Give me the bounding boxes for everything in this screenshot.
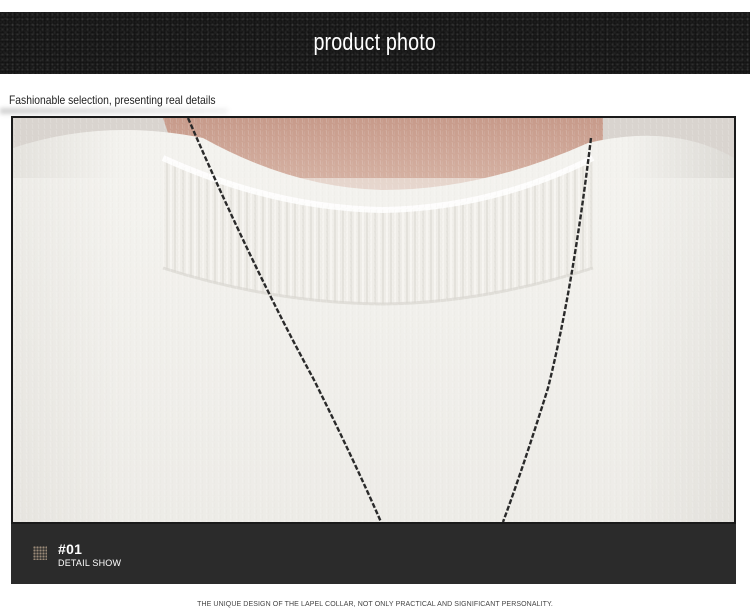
sweater-collar-image (13, 118, 734, 522)
product-detail-photo (11, 116, 736, 524)
footer-description: THE UNIQUE DESIGN OF THE LAPEL COLLAR, N… (197, 601, 553, 608)
dotted-square-icon (33, 546, 47, 560)
detail-label: DETAIL SHOW (58, 558, 122, 568)
detail-number: #01 (58, 541, 83, 557)
caption-bar: #01 DETAIL SHOW (11, 524, 736, 584)
header-banner: product photo (0, 12, 750, 74)
banner-title: product photo (313, 29, 437, 56)
subtitle-text: Fashionable selection, presenting real d… (9, 93, 216, 107)
